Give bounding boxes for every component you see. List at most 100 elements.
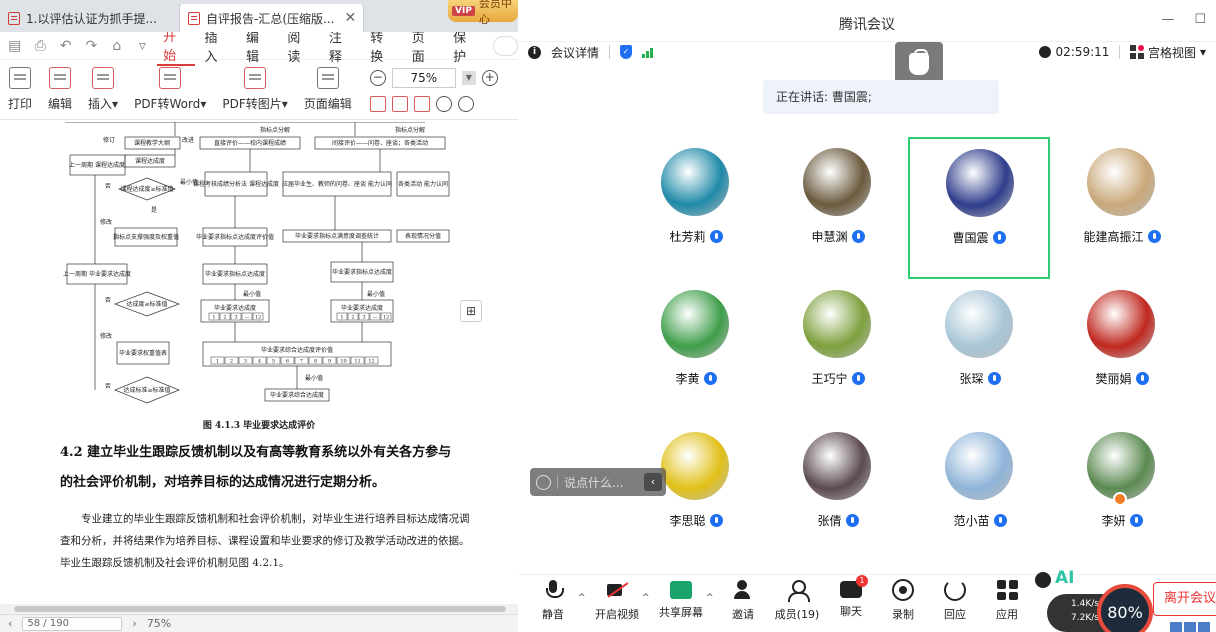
participant-tile[interactable]: 张倩 — [767, 422, 909, 564]
fit-width-icon[interactable] — [413, 95, 430, 112]
emoji-icon[interactable] — [536, 474, 551, 490]
home-icon[interactable]: ⌂ — [106, 35, 128, 57]
pdf-to-word-button[interactable]: PDF转Word▾ — [128, 67, 216, 112]
share-label: 共享屏幕 — [659, 606, 703, 619]
participant-name-text: 范小苗 — [953, 514, 990, 528]
record-button[interactable]: 录制 — [874, 579, 932, 622]
participant-tile[interactable]: 能建高振江 — [1051, 138, 1193, 280]
network-speed-widget[interactable]: 1.4K/s 7.2K/s 80% — [1043, 584, 1153, 632]
participant-tile[interactable]: 申慧渊 — [767, 138, 909, 280]
flow-node: 毕业要求综合达成度 — [270, 391, 324, 399]
menu-annotate[interactable]: 注释 — [323, 27, 360, 65]
more-icon[interactable]: ▿ — [132, 35, 154, 57]
pdf-to-image-button[interactable]: PDF转图片▾ — [216, 67, 297, 112]
page-edit-label: 页面编辑 — [303, 97, 352, 111]
print-quick-icon[interactable]: ⎙ — [30, 35, 52, 57]
vip-center-button[interactable]: VIP 会员中心 — [448, 0, 518, 26]
ocr-icon[interactable]: ⊞ — [460, 300, 482, 322]
leave-meeting-button[interactable]: 离开会议 — [1153, 582, 1216, 616]
flow-cell-text: 2 — [351, 315, 354, 321]
zoom-input[interactable]: 75% — [391, 67, 456, 88]
participant-tile[interactable]: 曹国震 — [908, 137, 1050, 279]
insert-button[interactable]: 插入▾ — [82, 67, 128, 112]
chat-input-placeholder[interactable]: 说点什么... — [564, 474, 623, 491]
participant-name: 申慧渊 — [767, 228, 909, 245]
flow-cell-text: 12 — [383, 315, 389, 321]
page-number-input[interactable]: 58 / 190 — [22, 616, 123, 631]
minimize-icon[interactable]: — — [1161, 12, 1174, 27]
menu-bar: ▤ ⎙ ↶ ↷ ⌂ ▿ 开始 插入 编辑 阅读 注释 转换 页面 保护 — [0, 30, 518, 66]
avatar — [1087, 432, 1155, 500]
meeting-details-link[interactable]: 会议详情 — [551, 44, 599, 61]
zoom-in-icon[interactable]: + — [481, 69, 498, 86]
chevron-up-icon[interactable]: ^ — [642, 593, 650, 603]
lock-icon — [909, 49, 929, 75]
invite-button[interactable]: 邀请 — [714, 579, 772, 622]
scrollbar-thumb[interactable] — [14, 606, 506, 612]
menu-protect[interactable]: 保护 — [447, 27, 484, 65]
mute-button[interactable]: 静音 — [524, 579, 582, 622]
search-icon[interactable] — [492, 35, 518, 56]
participant-name-text: 能建高振江 — [1083, 230, 1144, 244]
undo-icon[interactable]: ↶ — [55, 35, 77, 57]
chevron-up-icon[interactable]: ^ — [578, 593, 586, 603]
next-page-icon[interactable]: › — [132, 617, 136, 630]
apps-button[interactable]: 应用 — [978, 579, 1036, 622]
members-button[interactable]: 成员(19) — [768, 579, 826, 622]
security-shield-icon[interactable]: ✓ — [620, 45, 633, 59]
participant-tile[interactable]: 李妍 — [1051, 422, 1193, 564]
network-signal-icon[interactable] — [642, 46, 653, 58]
menu-icon[interactable]: ▤ — [4, 35, 26, 57]
zoom-dropdown-icon[interactable]: ▼ — [461, 70, 476, 85]
actual-size-icon[interactable] — [391, 95, 408, 112]
participant-tile[interactable]: 王巧宁 — [767, 280, 909, 422]
microphone-icon — [993, 514, 1007, 527]
chevron-up-icon[interactable]: ^ — [706, 593, 714, 603]
edit-button[interactable]: 编辑 — [42, 67, 82, 112]
flow-label: 最小值 — [243, 290, 261, 298]
participant-tile[interactable]: 李黄 — [625, 280, 767, 422]
rotate-left-icon[interactable] — [435, 95, 452, 112]
pdf-to-image-label: PDF转图片▾ — [222, 97, 288, 111]
page-edit-button[interactable]: 页面编辑 — [298, 67, 362, 112]
clock-icon — [1038, 46, 1051, 58]
flow-node: 间接评价——问卷、座谈；各类活动 — [332, 139, 428, 147]
chat-button[interactable]: 1 聊天 — [822, 575, 880, 619]
menu-page[interactable]: 页面 — [406, 27, 443, 65]
camera-off-icon — [606, 579, 628, 601]
start-video-button[interactable]: 开启视频 — [588, 579, 646, 622]
fit-page-icon[interactable] — [369, 95, 386, 112]
share-screen-button[interactable]: 共享屏幕 — [652, 579, 710, 620]
chat-input-bar[interactable]: 说点什么... ‹ — [530, 468, 666, 496]
flow-cell-text: 3 — [244, 359, 247, 365]
print-label: 打印 — [8, 97, 33, 111]
participant-tile[interactable]: 范小苗 — [909, 422, 1051, 564]
menu-edit[interactable]: 编辑 — [240, 27, 277, 65]
prev-page-icon[interactable]: ‹ — [8, 617, 12, 630]
horizontal-scrollbar[interactable] — [0, 604, 518, 614]
tab-document-1[interactable]: 1.以评估认证为抓手提... — [0, 4, 180, 32]
view-selector[interactable]: 宫格视图 ▾ — [1130, 44, 1206, 61]
menu-convert[interactable]: 转换 — [364, 27, 401, 65]
invite-label: 邀请 — [732, 608, 754, 621]
tab-document-2[interactable]: 自评报告-汇总(压缩版... ✕ — [180, 4, 364, 32]
print-button[interactable]: 打印 — [2, 67, 42, 112]
info-icon[interactable]: i — [528, 45, 541, 59]
meeting-title-bar: 腾讯会议 — ☐ — [518, 0, 1216, 42]
participant-tile[interactable]: 杜芳莉 — [625, 138, 767, 280]
menu-insert[interactable]: 插入 — [199, 27, 236, 65]
zoom-out-icon[interactable]: − — [369, 69, 386, 86]
close-tab-icon[interactable]: ✕ — [344, 10, 356, 26]
collapse-chat-icon[interactable]: ‹ — [644, 473, 662, 491]
microphone-icon — [703, 372, 717, 385]
flow-label: 否 — [105, 183, 111, 190]
maximize-icon[interactable]: ☐ — [1194, 12, 1206, 27]
participant-tile[interactable]: 张琛 — [909, 280, 1051, 422]
participant-tile[interactable]: 樊丽娟 — [1051, 280, 1193, 422]
reaction-button[interactable]: 回应 — [926, 579, 984, 622]
flow-label: 最小值 — [180, 178, 198, 186]
menu-read[interactable]: 阅读 — [281, 27, 318, 65]
figure-caption: 图 4.1.3 毕业要求达成评价 — [202, 421, 316, 431]
redo-icon[interactable]: ↷ — [81, 35, 103, 57]
rotate-right-icon[interactable] — [457, 95, 474, 112]
